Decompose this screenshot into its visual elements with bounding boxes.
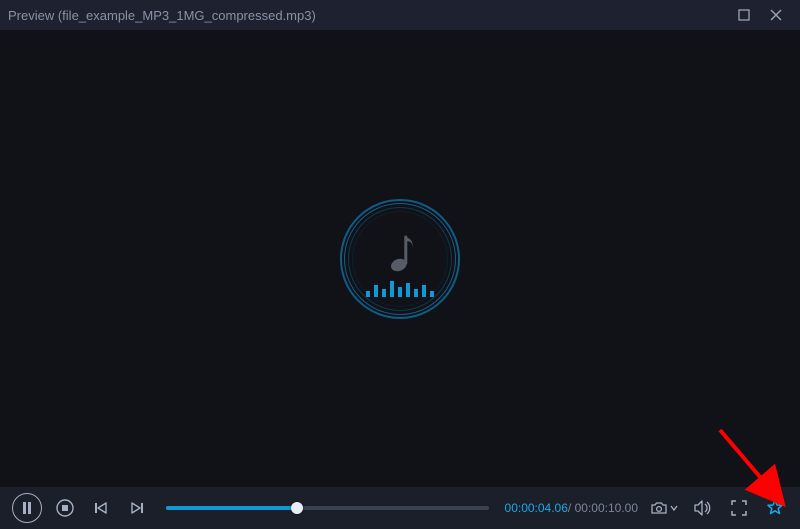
camera-icon — [650, 501, 668, 515]
next-frame-button[interactable] — [124, 495, 150, 521]
caret-down-icon — [670, 504, 678, 512]
preferences-button[interactable] — [762, 495, 788, 521]
preview-window: Preview (file_example_MP3_1MG_compressed… — [0, 0, 800, 529]
progress-slider[interactable] — [166, 506, 489, 510]
close-button[interactable] — [760, 0, 792, 30]
audio-visualizer — [340, 199, 460, 319]
stop-icon — [56, 499, 74, 517]
music-note-icon — [384, 233, 420, 277]
snapshot-button[interactable] — [648, 495, 680, 521]
stop-button[interactable] — [52, 495, 78, 521]
speaker-icon — [694, 500, 712, 516]
total-time: 00:00:10.00 — [575, 501, 638, 515]
window-title: Preview (file_example_MP3_1MG_compressed… — [8, 8, 728, 23]
maximize-icon — [738, 9, 750, 21]
previous-frame-button[interactable] — [88, 495, 114, 521]
titlebar: Preview (file_example_MP3_1MG_compressed… — [0, 0, 800, 30]
controls-bar: 00:00:04.06/ 00:00:10.00 — [0, 487, 800, 529]
star-gear-icon — [766, 499, 784, 517]
play-pause-button[interactable] — [12, 493, 42, 523]
fullscreen-icon — [731, 500, 747, 516]
current-time: 00:00:04.06 — [505, 501, 568, 515]
fullscreen-button[interactable] — [726, 495, 752, 521]
progress-fill — [166, 506, 297, 510]
equalizer-bars — [366, 277, 434, 297]
pause-icon — [22, 502, 32, 514]
previous-frame-icon — [94, 501, 108, 515]
volume-button[interactable] — [690, 495, 716, 521]
media-stage — [0, 30, 800, 487]
time-display: 00:00:04.06/ 00:00:10.00 — [505, 501, 638, 515]
close-icon — [770, 9, 782, 21]
next-frame-icon — [130, 501, 144, 515]
maximize-button[interactable] — [728, 0, 760, 30]
progress-thumb[interactable] — [291, 502, 303, 514]
time-separator: / — [568, 501, 575, 515]
